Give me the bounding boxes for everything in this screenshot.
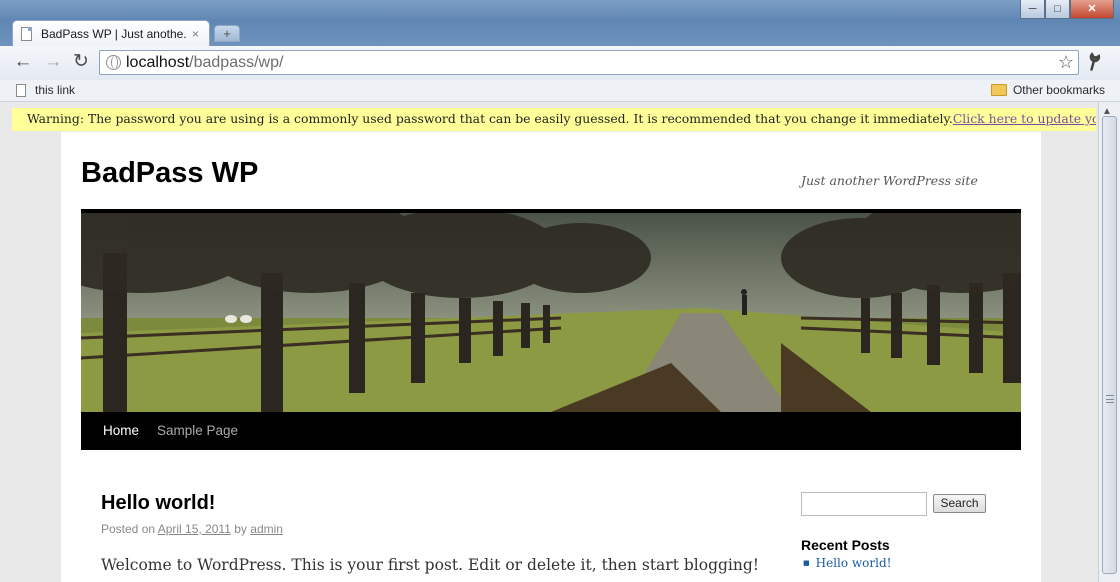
nav-sample-page[interactable]: Sample Page	[157, 423, 238, 438]
site-title[interactable]: BadPass WP	[81, 157, 258, 190]
forward-icon[interactable]: →	[42, 51, 64, 73]
post-meta: Posted on April 15, 2011 by admin	[101, 522, 283, 536]
tab-title: BadPass WP | Just anothe...	[41, 26, 186, 41]
search-input[interactable]	[801, 492, 927, 516]
by-label: by	[234, 522, 247, 536]
address-path: /badpass/wp/	[189, 53, 284, 71]
post-date-link[interactable]: April 15, 2011	[158, 522, 231, 536]
bookmark-this-link[interactable]: this link	[16, 83, 75, 97]
search-button[interactable]: Search	[933, 494, 986, 513]
browser-titlebar: BadPass WP | Just anothe... × + ─ □ ✕	[0, 0, 1120, 46]
star-icon[interactable]: ☆	[1058, 52, 1074, 73]
browser-tab[interactable]: BadPass WP | Just anothe... ×	[12, 20, 210, 46]
bookmark-label: this link	[35, 83, 76, 97]
header-image	[81, 209, 1021, 412]
browser-toolbar: ← → ↻ localhost/badpass/wp/ ☆	[0, 46, 1120, 80]
address-host: localhost	[126, 53, 190, 71]
other-bookmarks-label: Other bookmarks	[1012, 83, 1105, 97]
window-controls: ─ □ ✕	[1020, 0, 1114, 19]
site-tagline: Just another WordPress site	[801, 173, 978, 188]
close-tab-icon[interactable]: ×	[192, 27, 199, 41]
page-icon	[21, 26, 32, 41]
update-password-link[interactable]: Click here to update your password.	[953, 111, 1096, 126]
new-tab-button[interactable]: +	[214, 25, 240, 42]
site-page: BadPass WP Just another WordPress site H…	[61, 132, 1041, 582]
scroll-grip-icon	[1106, 395, 1114, 403]
address-bar[interactable]: localhost/badpass/wp/ ☆	[99, 50, 1079, 75]
recent-posts-title: Recent Posts	[801, 537, 890, 553]
page-icon	[16, 83, 26, 97]
warning-text: Warning: The password you are using is a…	[27, 111, 953, 126]
maximize-button[interactable]: □	[1045, 0, 1070, 19]
posted-on-label: Posted on	[101, 522, 156, 536]
vertical-scrollbar[interactable]: ▲	[1098, 102, 1120, 582]
globe-icon	[106, 55, 121, 70]
other-bookmarks[interactable]: Other bookmarks	[990, 83, 1105, 97]
password-warning: Warning: The password you are using is a…	[12, 108, 1096, 131]
minimize-button[interactable]: ─	[1020, 0, 1045, 19]
reload-icon[interactable]: ↻	[70, 51, 92, 73]
recent-post-link[interactable]: Hello world!	[803, 556, 892, 570]
main-nav: Home Sample Page	[81, 412, 1021, 450]
post-author-link[interactable]: admin	[250, 522, 283, 536]
folder-icon	[990, 84, 1007, 96]
bookmarks-bar: this link Other bookmarks	[0, 80, 1120, 102]
nav-home[interactable]: Home	[103, 423, 139, 438]
wrench-icon[interactable]	[1081, 49, 1108, 78]
scroll-thumb[interactable]	[1102, 116, 1117, 574]
back-icon[interactable]: ←	[12, 51, 34, 73]
post-body: Welcome to WordPress. This is your first…	[101, 556, 760, 574]
page-viewport: Warning: The password you are using is a…	[0, 102, 1098, 582]
post-title[interactable]: Hello world!	[101, 492, 215, 515]
close-window-button[interactable]: ✕	[1070, 0, 1114, 19]
